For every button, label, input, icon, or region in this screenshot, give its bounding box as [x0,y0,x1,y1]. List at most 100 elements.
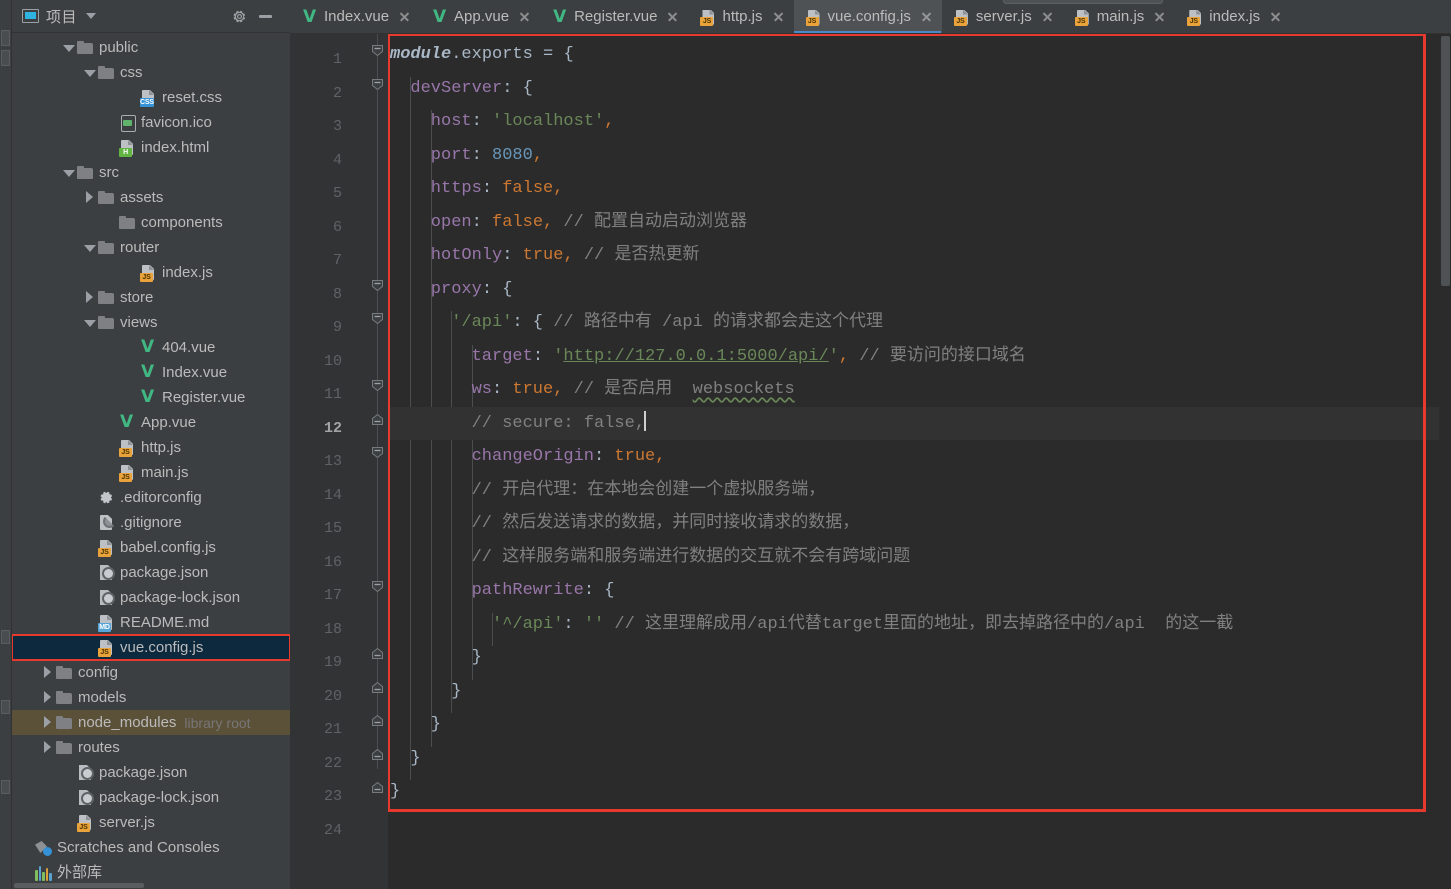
chevron-down-icon[interactable] [86,13,97,19]
tree-item-config[interactable]: config [12,660,290,685]
tool-strip-nub-4[interactable] [1,700,10,714]
tree-item-main-js[interactable]: JS main.js [12,460,290,485]
tree-item--editorconfig[interactable]: .editorconfig [12,485,290,510]
tool-strip-nub-3[interactable] [1,630,10,644]
project-file-tree[interactable]: public css CSS reset.css favicon.ico Hindex.h… [12,33,290,889]
editor-gutter[interactable]: 1 2 3 4 5 6 7 8 9 10 11 12 13 14 15 16 17 18 19 20 21 22 23 24 [290,34,410,889]
fold-start-icon[interactable] [368,41,387,60]
tree-item-http-js[interactable]: JS http.js [12,435,290,460]
chevron-right-icon[interactable] [83,191,96,204]
tree-item-vue-config-js[interactable]: JS vue.config.js [12,634,290,661]
tree-item-reset-css[interactable]: CSS reset.css [12,85,290,110]
tree-item-label: .gitignore [120,514,182,531]
tree-item-assets[interactable]: assets [12,185,290,210]
editor-tab-vue-config-js[interactable]: JS vue.config.js [793,0,942,33]
left-tool-window-strip[interactable] [0,0,12,889]
close-icon[interactable] [1153,10,1166,23]
close-icon[interactable] [666,10,679,23]
editor-tab-label: http.js [722,8,763,25]
tree-item-babel-config-js[interactable]: JS babel.config.js [12,535,290,560]
fold-end-icon[interactable] [368,745,387,764]
editor-tab-main-js[interactable]: JS main.js [1063,0,1176,33]
hide-panel-button[interactable] [252,3,278,29]
tree-item-label: .editorconfig [120,489,202,506]
tree-item-components[interactable]: components [12,210,290,235]
chevron-right-icon[interactable] [41,691,54,704]
tree-hscroll-thumb[interactable] [14,883,144,888]
tree-item-package-lock-json[interactable]: package-lock.json [12,585,290,610]
tree-item-scratches-and-consoles[interactable]: Scratches and Consoles [12,835,290,860]
fold-start-icon[interactable] [368,309,387,328]
fold-end-icon[interactable] [368,678,387,697]
fold-start-icon[interactable] [368,75,387,94]
fold-start-icon[interactable] [368,376,387,395]
chevron-right-icon[interactable] [83,291,96,304]
chevron-right-icon[interactable] [41,741,54,754]
code-folding-column[interactable] [368,34,410,889]
fold-start-icon[interactable] [368,443,387,462]
tree-item--gitignore[interactable]: .gitignore [12,510,290,535]
tree-item-package-json[interactable]: package.json [12,760,290,785]
tree-item-readme-md[interactable]: MD README.md [12,610,290,635]
fold-start-icon[interactable] [368,577,387,596]
editor-vertical-scrollbar-thumb[interactable] [1441,36,1450,286]
close-icon[interactable] [1041,10,1054,23]
tree-item-store[interactable]: store [12,285,290,310]
fold-end-icon[interactable] [368,644,387,663]
editor-tab-index-vue[interactable]: Index.vue [290,0,420,33]
tree-item-server-js[interactable]: JS server.js [12,810,290,835]
tree-item-routes[interactable]: routes [12,735,290,760]
tree-item-package-json[interactable]: package.json [12,560,290,585]
chevron-right-icon[interactable] [41,666,54,679]
tree-item-404-vue[interactable]: 404.vue [12,335,290,360]
chevron-down-icon[interactable] [83,66,96,79]
fold-end-icon[interactable] [368,410,387,429]
tree-item-favicon-ico[interactable]: favicon.ico [12,110,290,135]
close-icon[interactable] [920,10,933,23]
tree-item-src[interactable]: src [12,160,290,185]
chevron-down-icon[interactable] [83,316,96,329]
tree-horizontal-scrollbar[interactable] [12,882,290,889]
editor-tab-app-vue[interactable]: App.vue [420,0,540,33]
code-token: : { [502,78,533,98]
tree-item-public[interactable]: public [12,35,290,60]
tree-item-css[interactable]: css [12,60,290,85]
tool-strip-nub-5[interactable] [1,780,10,794]
fold-end-icon[interactable] [368,778,387,797]
editor-tab-register-vue[interactable]: Register.vue [540,0,688,33]
tool-strip-nub-1[interactable] [1,30,10,46]
tree-item-label: css [120,64,143,81]
tree-item-views[interactable]: views [12,310,290,335]
chevron-down-icon[interactable] [62,166,75,179]
editor-right-gutter[interactable] [1439,34,1451,889]
tree-item-label: router [120,239,160,256]
chevron-right-icon[interactable] [41,716,54,729]
editor-tab-bar[interactable]: Index.vue App.vue Register.vue JS http.js JS v… [290,0,1451,34]
code-content[interactable]: module.exports = {devServer: {host: 'loc… [388,34,1451,889]
fold-end-icon[interactable] [368,711,387,730]
tree-item-index-js[interactable]: JS index.js [12,260,290,285]
editor-tab-http-js[interactable]: JS http.js [688,0,793,33]
tree-item-app-vue[interactable]: App.vue [12,410,290,435]
close-icon[interactable] [772,10,785,23]
tree-item-register-vue[interactable]: Register.vue [12,385,290,410]
tree-item-router[interactable]: router [12,235,290,260]
code-token: '/api' [451,313,513,332]
line-number: 23 [323,788,342,805]
settings-button[interactable] [226,3,252,29]
tree-item-models[interactable]: models [12,685,290,710]
tree-item-node-modules[interactable]: node_modules library root [12,710,290,735]
tree-item-index-html[interactable]: Hindex.html [12,135,290,160]
chevron-down-icon[interactable] [62,41,75,54]
code-token: // 是否启用 [563,380,693,399]
chevron-down-icon[interactable] [83,241,96,254]
tree-item-index-vue[interactable]: Index.vue [12,360,290,385]
close-icon[interactable] [518,10,531,23]
tool-strip-nub-2[interactable] [1,50,10,66]
editor-tab-index-js[interactable]: JS index.js [1175,0,1291,33]
close-icon[interactable] [398,10,411,23]
editor-tab-server-js[interactable]: JS server.js [942,0,1063,33]
close-icon[interactable] [1269,10,1282,23]
fold-start-icon[interactable] [368,276,387,295]
tree-item-package-lock-json[interactable]: package-lock.json [12,785,290,810]
